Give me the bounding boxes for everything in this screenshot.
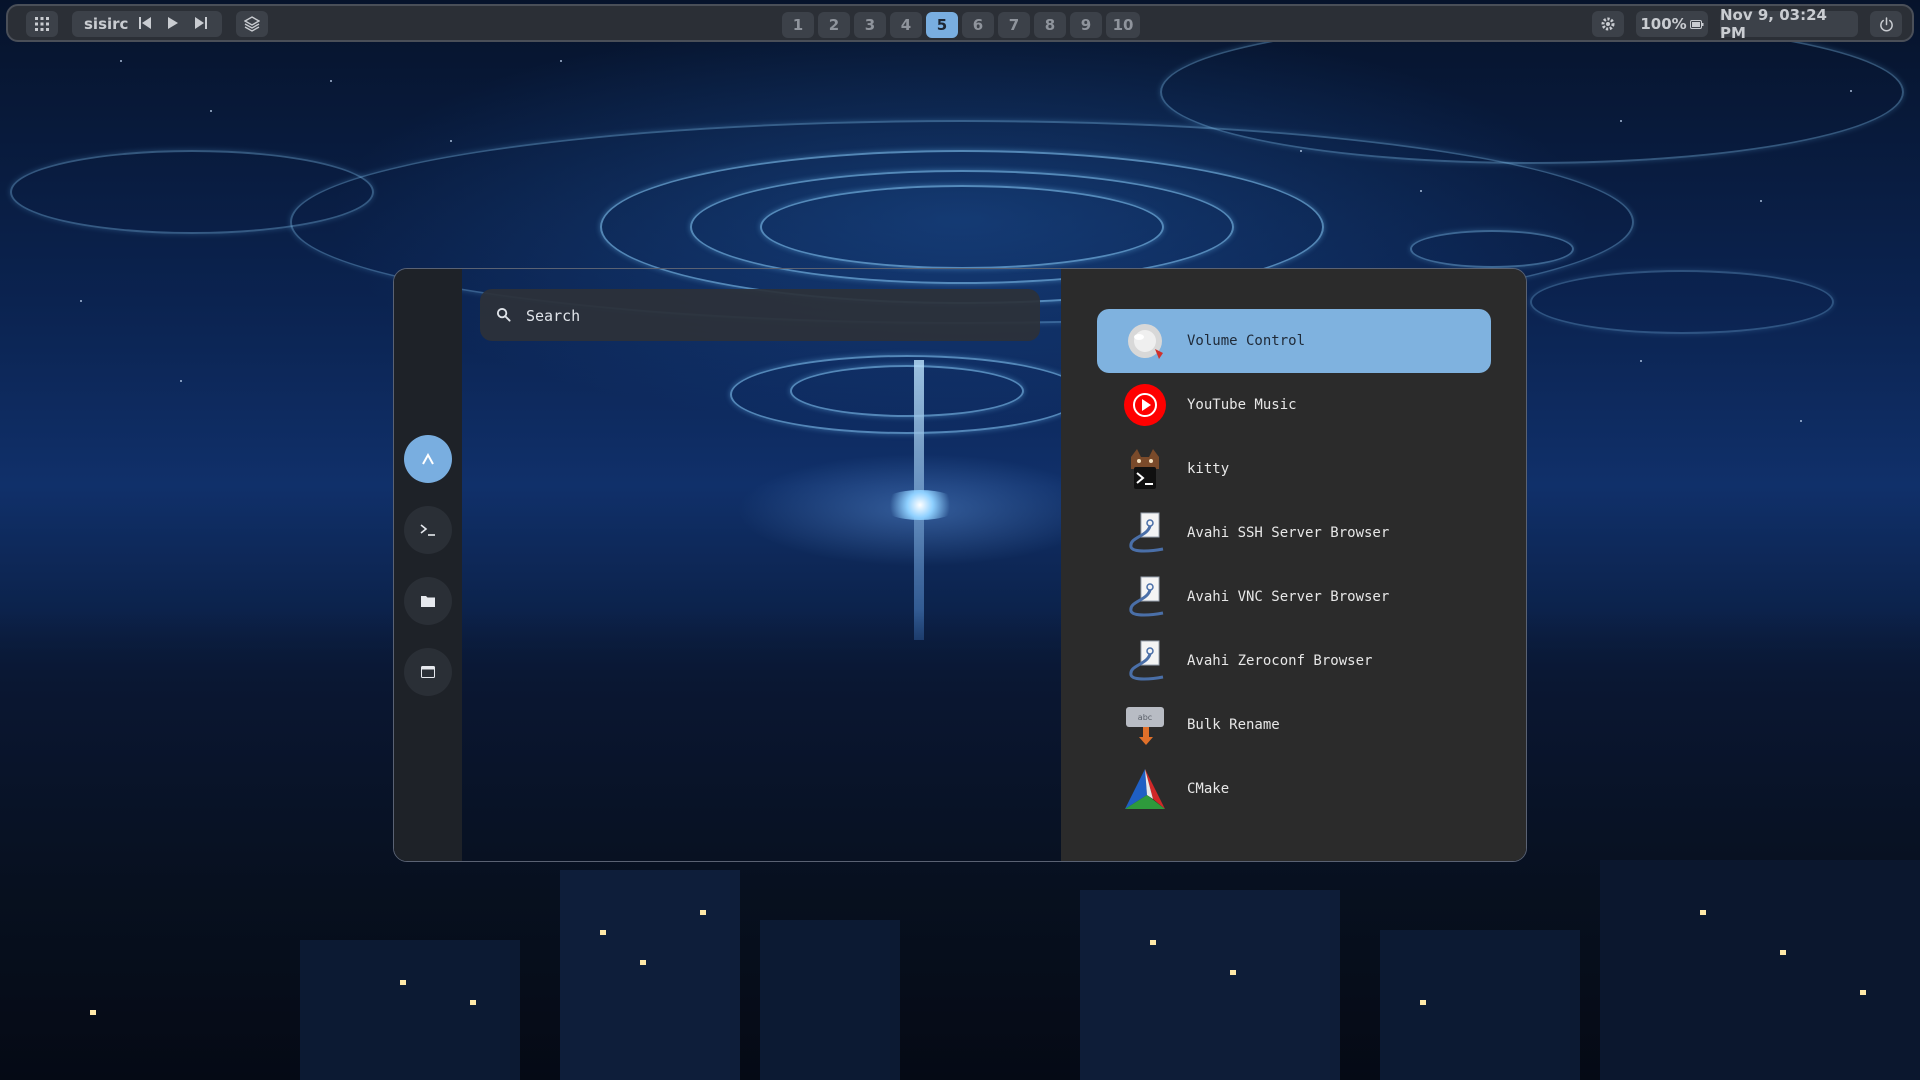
gear-icon (1601, 17, 1615, 31)
bulk-rename-icon: abc (1126, 707, 1164, 745)
battery-icon (1689, 19, 1704, 29)
app-item-label: Avahi SSH Server Browser (1187, 525, 1390, 541)
cmake-icon (1125, 769, 1165, 809)
workspace-9[interactable]: 9 (1070, 12, 1102, 38)
app-item-label: Bulk Rename (1187, 717, 1280, 733)
speaker-icon (1128, 324, 1163, 359)
app-item-cmake[interactable]: CMake (1097, 757, 1491, 821)
search-icon (496, 307, 511, 322)
power-button[interactable] (1870, 11, 1902, 37)
workspace-5[interactable]: 5 (926, 12, 958, 38)
skip-next-button[interactable] (194, 16, 208, 34)
app-item-label: CMake (1187, 781, 1230, 797)
app-item-label: Avahi VNC Server Browser (1187, 589, 1390, 605)
app-item-label: YouTube Music (1187, 397, 1297, 413)
folder-icon (421, 596, 435, 607)
avahi-icon (1129, 576, 1164, 617)
workspace-4[interactable]: 4 (890, 12, 922, 38)
clock[interactable]: Nov 9, 03:24 PM (1720, 6, 1858, 42)
media-title: sisirc (84, 15, 129, 33)
battery-label: 100% (1640, 15, 1687, 33)
apps-mode-button[interactable] (404, 435, 452, 483)
app-item-youtube-music[interactable]: YouTube Music (1097, 373, 1491, 437)
workspace-2[interactable]: 2 (818, 12, 850, 38)
search-bar (480, 289, 1040, 341)
workspace-10[interactable]: 10 (1106, 12, 1140, 38)
grid-icon (35, 17, 49, 31)
app-item-label: kitty (1187, 461, 1230, 477)
app-item-kitty[interactable]: kitty (1097, 437, 1491, 501)
window-icon (421, 666, 435, 678)
skip-previous-icon (139, 17, 151, 29)
app-item-volume-control[interactable]: Volume Control (1097, 309, 1491, 373)
terminal-icon (420, 524, 435, 536)
app-item-avahi-ssh[interactable]: Avahi SSH Server Browser (1097, 501, 1491, 565)
datetime-label: Nov 9, 03:24 PM (1720, 6, 1827, 42)
layers-icon (244, 16, 260, 32)
app-item-avahi-vnc[interactable]: Avahi VNC Server Browser (1097, 565, 1491, 629)
workspace-3[interactable]: 3 (854, 12, 886, 38)
svg-text:abc: abc (1138, 713, 1152, 722)
youtube-music-icon (1124, 384, 1166, 426)
app-list: Volume Control YouTube Music kitty Avahi… (1061, 269, 1526, 861)
power-icon (1879, 16, 1893, 31)
windows-mode-button[interactable] (404, 648, 452, 696)
layers-button[interactable] (236, 11, 268, 37)
files-mode-button[interactable] (404, 577, 452, 625)
kitty-terminal-icon (1131, 449, 1159, 489)
avahi-icon (1129, 512, 1164, 553)
terminal-mode-button[interactable] (404, 506, 452, 554)
workspace-6[interactable]: 6 (962, 12, 994, 38)
launcher-sidebar (394, 269, 462, 861)
play-button[interactable] (166, 16, 180, 34)
app-item-label: Volume Control (1187, 333, 1306, 349)
search-input[interactable] (524, 301, 1008, 331)
app-item-label: Avahi Zeroconf Browser (1187, 653, 1373, 669)
skip-previous-button[interactable] (138, 16, 152, 34)
workspace-7[interactable]: 7 (998, 12, 1030, 38)
workspace-1[interactable]: 1 (782, 12, 814, 38)
apps-grid-button[interactable] (26, 11, 58, 37)
app-item-bulk-rename[interactable]: abc Bulk Rename (1097, 693, 1491, 757)
top-bar: sisirc 1 2 3 4 5 6 7 8 9 10 100% Nov 9, … (6, 4, 1914, 42)
avahi-icon (1129, 640, 1164, 681)
workspace-8[interactable]: 8 (1034, 12, 1066, 38)
app-item-avahi-zeroconf[interactable]: Avahi Zeroconf Browser (1097, 629, 1491, 693)
apps-icon (422, 453, 434, 465)
skip-next-icon (195, 17, 207, 29)
media-widget: sisirc (72, 11, 222, 37)
battery-indicator[interactable]: 100% (1636, 11, 1708, 37)
app-launcher: Volume Control YouTube Music kitty (393, 268, 1527, 862)
settings-button[interactable] (1592, 11, 1624, 37)
play-icon (168, 17, 178, 29)
